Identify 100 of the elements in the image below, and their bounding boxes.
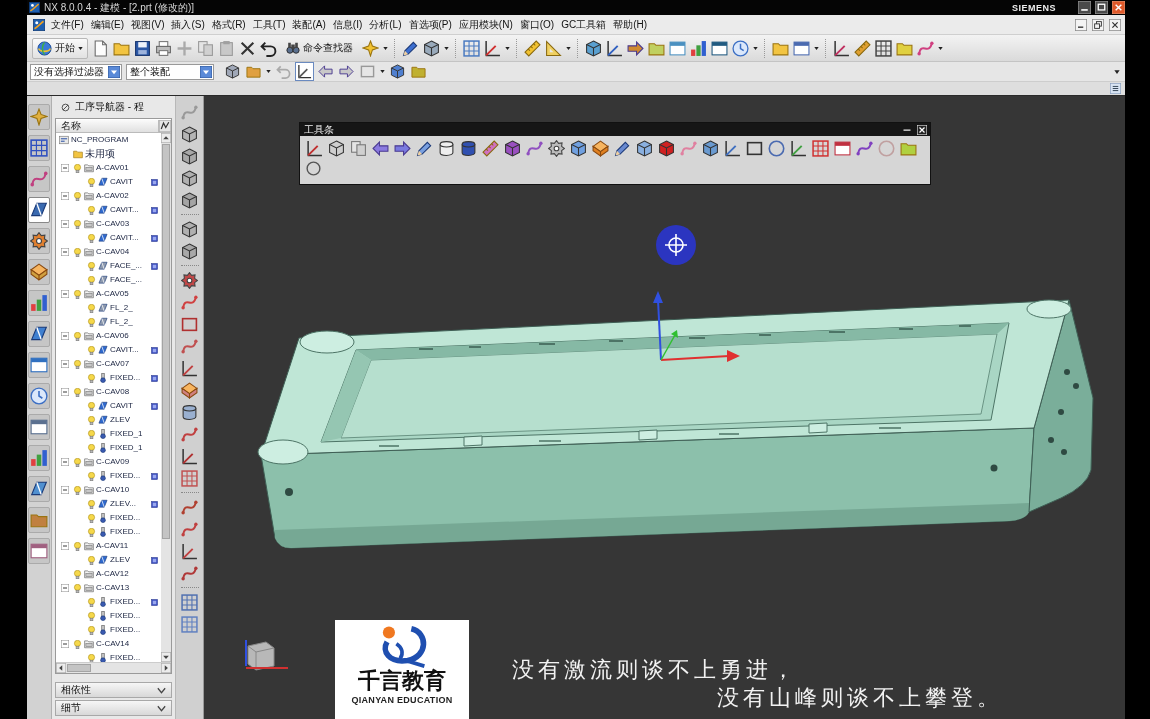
collapse-icon[interactable]: [61, 192, 69, 200]
tree-item[interactable]: FIXED...: [110, 652, 141, 662]
vertical-scrollbar[interactable]: [161, 133, 171, 662]
cube-icon[interactable]: [181, 148, 198, 165]
menu-item[interactable]: 格式(R): [210, 17, 247, 32]
tree-item[interactable]: FACE_...: [110, 274, 142, 286]
scrollbar-thumb[interactable]: [67, 664, 91, 672]
cross-mark-icon[interactable]: [239, 39, 256, 57]
scope-dropdown[interactable]: 整个装配: [126, 63, 214, 80]
grid-icon[interactable]: [181, 470, 198, 487]
cube-icon[interactable]: [328, 140, 345, 157]
tree-item[interactable]: 未用项: [85, 148, 115, 160]
tree-item[interactable]: C-CAV08: [96, 386, 130, 398]
toolbar-options-icon[interactable]: [1110, 83, 1121, 94]
resource-tab[interactable]: [28, 197, 50, 223]
clock-icon[interactable]: [732, 39, 749, 57]
tree-item[interactable]: C-CAV10: [96, 484, 130, 496]
tree-item[interactable]: FL_2_: [110, 302, 133, 314]
cube-icon[interactable]: [585, 39, 602, 57]
menu-item[interactable]: 信息(I): [331, 17, 364, 32]
axes-icon[interactable]: [181, 360, 198, 377]
axes-icon[interactable]: [606, 39, 623, 57]
block-icon[interactable]: [592, 140, 609, 157]
window-icon[interactable]: [711, 39, 728, 57]
cube-icon[interactable]: [389, 63, 406, 80]
tree-item[interactable]: FIXED...: [110, 596, 141, 608]
caret-icon[interactable]: [753, 45, 758, 51]
tree-item[interactable]: A-CAV11: [96, 540, 129, 552]
pen-icon[interactable]: [416, 140, 433, 157]
collapse-icon[interactable]: [61, 360, 69, 368]
caret-icon[interactable]: [938, 45, 943, 51]
tree-item[interactable]: FIXED...: [110, 526, 141, 538]
curve-icon[interactable]: [856, 140, 873, 157]
collapse-icon[interactable]: [61, 220, 69, 228]
minimize-icon[interactable]: [1078, 1, 1091, 14]
toolbar-title-bar[interactable]: 工具条: [300, 123, 930, 136]
tree-item[interactable]: FIXED...: [110, 372, 141, 384]
scrollbar-thumb[interactable]: [162, 144, 170, 540]
tree-item[interactable]: A-CAV06: [96, 330, 129, 342]
printer-icon[interactable]: [155, 39, 172, 57]
grid-icon[interactable]: [181, 594, 198, 611]
cube-icon[interactable]: [181, 170, 198, 187]
arrow-right-icon[interactable]: [338, 63, 355, 80]
curve-icon[interactable]: [181, 565, 198, 582]
cylinder-icon[interactable]: [460, 140, 477, 157]
axes-icon[interactable]: [181, 448, 198, 465]
curve-icon[interactable]: [917, 39, 934, 57]
collapse-icon[interactable]: [61, 640, 69, 648]
cube-icon[interactable]: [570, 140, 587, 157]
panel-header[interactable]: 相依性: [55, 682, 172, 698]
tree-item[interactable]: CAVIT...: [110, 204, 139, 216]
menu-item[interactable]: GC工具箱: [560, 17, 608, 32]
resource-tab[interactable]: [28, 414, 50, 440]
tree-item[interactable]: A-CAV05: [96, 288, 129, 300]
menu-item[interactable]: 插入(S): [170, 17, 206, 32]
cube-icon[interactable]: [181, 221, 198, 238]
cube-icon[interactable]: [636, 140, 653, 157]
cube-icon[interactable]: [658, 140, 675, 157]
scroll-right-icon[interactable]: [161, 663, 171, 673]
tree-item[interactable]: C-CAV04: [96, 246, 130, 258]
cube-icon[interactable]: [423, 39, 440, 57]
caret-icon[interactable]: [444, 45, 449, 51]
menu-item[interactable]: 首选项(P): [407, 17, 453, 32]
collapse-icon[interactable]: [61, 290, 69, 298]
axes-icon[interactable]: [724, 140, 741, 157]
gear-icon[interactable]: [181, 272, 198, 289]
caret-icon[interactable]: [566, 45, 571, 51]
tree-item[interactable]: ZLEV: [110, 554, 130, 566]
menu-item[interactable]: 文件(F): [50, 17, 85, 32]
maximize-icon[interactable]: [1095, 1, 1108, 14]
curve-icon[interactable]: [181, 426, 198, 443]
tree-item[interactable]: CAVIT: [110, 176, 133, 188]
cube-icon[interactable]: [181, 126, 198, 143]
collapse-icon[interactable]: [61, 542, 69, 550]
tree-item[interactable]: FACE_...: [110, 260, 142, 272]
circle-icon[interactable]: [768, 140, 785, 157]
resource-tab[interactable]: [28, 321, 50, 347]
collapse-icon[interactable]: [61, 332, 69, 340]
zigzag-icon[interactable]: [159, 119, 171, 132]
menu-item[interactable]: 装配(A): [291, 17, 327, 32]
menu-item[interactable]: 编辑(E): [89, 17, 126, 32]
grid-icon[interactable]: [875, 39, 892, 57]
caret-icon[interactable]: [1114, 68, 1120, 75]
scroll-up-icon[interactable]: [161, 133, 171, 143]
curve-icon[interactable]: [181, 338, 198, 355]
tree-item[interactable]: FIXED_1: [110, 428, 143, 440]
tree-item[interactable]: FIXED...: [110, 624, 141, 636]
curve-icon[interactable]: [181, 499, 198, 516]
sparkle-icon[interactable]: [362, 39, 379, 57]
circle-icon[interactable]: [306, 161, 321, 176]
tree-item[interactable]: A-CAV01: [96, 162, 129, 174]
cylinder-icon[interactable]: [438, 140, 455, 157]
menu-item[interactable]: 视图(V): [130, 17, 166, 32]
block-icon[interactable]: [181, 382, 198, 399]
menu-item[interactable]: 分析(L): [368, 17, 403, 32]
arrow-left-icon[interactable]: [372, 140, 389, 157]
tree-item[interactable]: FIXED...: [110, 512, 141, 524]
pen-icon[interactable]: [614, 140, 631, 157]
caret-icon[interactable]: [383, 45, 388, 51]
restore-icon[interactable]: [1092, 18, 1104, 31]
